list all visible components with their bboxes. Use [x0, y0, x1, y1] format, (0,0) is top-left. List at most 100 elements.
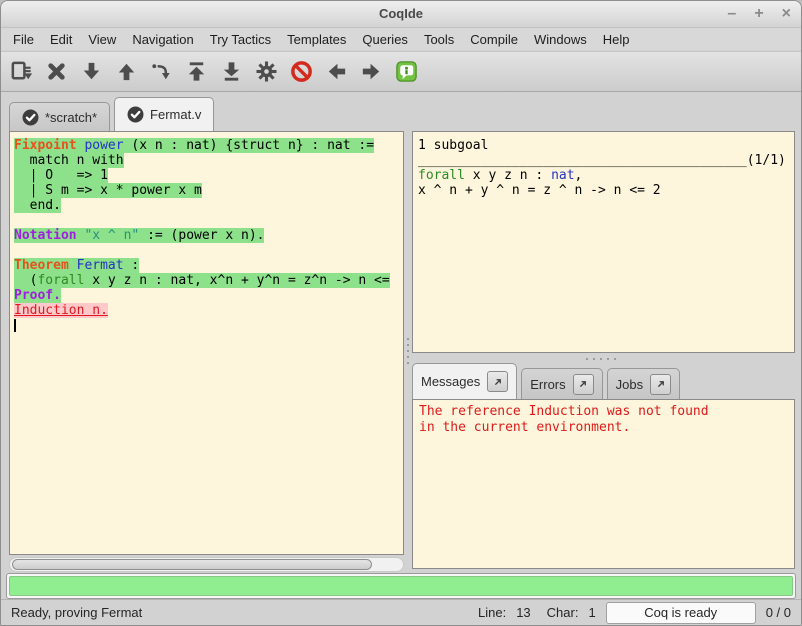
interrupt-button[interactable] [287, 57, 315, 87]
detach-jobs-button[interactable] [650, 374, 671, 395]
script-editor[interactable]: Fixpoint power (x n : nat) {struct n} : … [9, 131, 404, 555]
code-line: | O => 1 [14, 168, 403, 183]
gear-icon [254, 59, 279, 84]
arrow-to-top-icon [184, 59, 209, 84]
menu-navigation[interactable]: Navigation [124, 29, 201, 50]
messages-tab-bar: Messages Errors Jobs [412, 363, 680, 399]
minimize-button[interactable]: – [727, 6, 736, 22]
toolbar [1, 51, 801, 92]
window-title: CoqIde [1, 1, 801, 27]
close-button[interactable] [42, 57, 70, 87]
code-line: (forall x y z n : nat, x^n + y^n = z^n -… [14, 273, 403, 288]
vertical-pane-splitter[interactable] [405, 331, 411, 371]
forbidden-icon [289, 59, 314, 84]
check-circle-icon [127, 106, 144, 123]
code-line [14, 318, 403, 333]
title-bar: CoqIde – + × [1, 1, 801, 28]
goal-line: 1 subgoal [418, 138, 794, 153]
close-button[interactable]: × [782, 6, 791, 22]
backward-one-step-button[interactable] [112, 57, 140, 87]
go-to-end-button[interactable] [217, 57, 245, 87]
tab-jobs[interactable]: Jobs [607, 368, 680, 399]
menu-help[interactable]: Help [595, 29, 638, 50]
text-cursor [14, 319, 16, 332]
tab-label: Fermat.v [150, 107, 201, 122]
menu-try-tactics[interactable]: Try Tactics [202, 29, 279, 50]
status-bar: Ready, proving Fermat Line: 13 Char: 1 C… [1, 599, 801, 625]
menu-templates[interactable]: Templates [279, 29, 354, 50]
menu-queries[interactable]: Queries [354, 29, 416, 50]
coq-status: Coq is ready [606, 602, 756, 624]
tab-label: *scratch* [45, 110, 97, 125]
tab-label: Messages [421, 374, 480, 389]
arrow-right-icon [359, 59, 384, 84]
main-area: Fixpoint power (x n : nat) {struct n} : … [1, 131, 801, 571]
goal-line: ________________________________________… [418, 153, 794, 168]
tab-label: Jobs [616, 377, 643, 392]
progress-bar-fill [9, 576, 793, 596]
document-tabs: *scratch* Fermat.v [9, 97, 214, 131]
horizontal-pane-splitter[interactable] [561, 356, 641, 362]
arrow-to-bottom-icon [219, 59, 244, 84]
message-line: The reference Induction was not found [419, 404, 794, 420]
char-value: 1 [588, 605, 595, 620]
arrow-left-icon [324, 59, 349, 84]
line-value: 13 [516, 605, 530, 620]
message-line: in the current environment. [419, 420, 794, 436]
code-line [14, 243, 403, 258]
menu-edit[interactable]: Edit [42, 29, 80, 50]
check-circle-icon [22, 109, 39, 126]
forward-one-step-button[interactable] [77, 57, 105, 87]
tab-messages[interactable]: Messages [412, 363, 517, 399]
fully-check-button[interactable] [252, 57, 280, 87]
code-line: match n with [14, 153, 403, 168]
close-icon [44, 59, 69, 84]
progress-bar [6, 573, 796, 599]
coqide-window: CoqIde – + × FileEditViewNavigationTry T… [0, 0, 802, 626]
tab-label: Errors [530, 377, 565, 392]
code-line: Proof. [14, 288, 403, 303]
detach-icon [655, 378, 667, 390]
save-button[interactable] [7, 57, 35, 87]
menu-view[interactable]: View [80, 29, 124, 50]
code-line: | S m => x * power x m [14, 183, 403, 198]
detach-errors-button[interactable] [573, 374, 594, 395]
curved-arrow-icon [149, 59, 174, 84]
goal-line: x ^ n + y ^ n = z ^ n -> n <= 2 [418, 183, 794, 198]
goal-line: forall x y z n : nat, [418, 168, 794, 183]
menu-tools[interactable]: Tools [416, 29, 462, 50]
h-scrollbar-thumb[interactable] [12, 559, 372, 570]
goals-panel: 1 subgoal_______________________________… [412, 131, 795, 353]
restart-button[interactable] [182, 57, 210, 87]
menu-file[interactable]: File [5, 29, 42, 50]
char-label: Char: [547, 605, 579, 620]
maximize-button[interactable]: + [754, 6, 763, 22]
detach-messages-button[interactable] [487, 371, 508, 392]
next-occurrence-button[interactable] [357, 57, 385, 87]
menu-windows[interactable]: Windows [526, 29, 595, 50]
tab-errors[interactable]: Errors [521, 368, 602, 399]
menu-bar: FileEditViewNavigationTry TacticsTemplat… [1, 28, 801, 50]
tab-scratch[interactable]: *scratch* [9, 102, 110, 131]
code-line [14, 213, 403, 228]
code-line: Induction n. [14, 303, 403, 318]
code-line: Notation "x ^ n" := (power x n). [14, 228, 403, 243]
save-icon [9, 59, 34, 84]
menu-compile[interactable]: Compile [462, 29, 526, 50]
detach-icon [577, 378, 589, 390]
status-text: Ready, proving Fermat [11, 605, 142, 620]
arrow-down-icon [79, 59, 104, 84]
arrow-up-icon [114, 59, 139, 84]
h-scrollbar[interactable] [9, 557, 404, 572]
go-to-cursor-button[interactable] [147, 57, 175, 87]
line-label: Line: [478, 605, 506, 620]
code-line: Fixpoint power (x n : nat) {struct n} : … [14, 138, 403, 153]
tab-fermat-v[interactable]: Fermat.v [114, 97, 214, 131]
about-button[interactable] [392, 57, 420, 87]
messages-panel: The reference Induction was not foundin … [412, 399, 795, 569]
detach-icon [492, 376, 504, 388]
info-bubble-icon [394, 59, 419, 84]
interrupt-counter: 0 / 0 [766, 605, 791, 620]
previous-occurrence-button[interactable] [322, 57, 350, 87]
code-line: Theorem Fermat : [14, 258, 403, 273]
